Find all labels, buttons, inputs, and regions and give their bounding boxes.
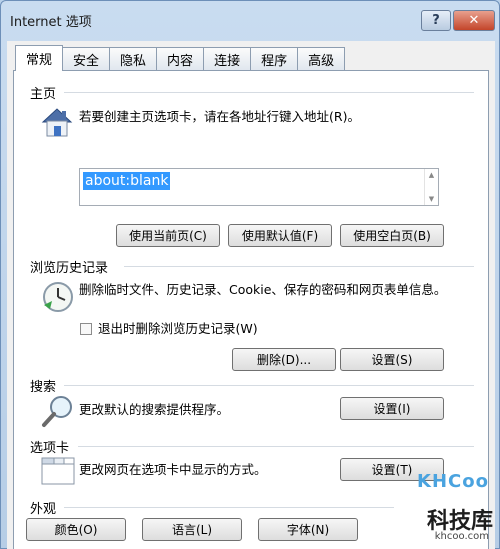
home-section-title: 主页	[30, 87, 57, 102]
history-description: 删除临时文件、历史记录、Cookie、保存的密码和网页表单信息。	[79, 282, 447, 297]
watermark-url: khcoo.com	[434, 531, 489, 542]
tab-privacy[interactable]: 隐私	[109, 47, 158, 71]
title-bar: Internet 选项 ? ✕	[1, 1, 499, 39]
fonts-button[interactable]: 字体(N)	[258, 518, 358, 541]
home-url-field[interactable]: about:blank ▲ ▼	[79, 168, 439, 206]
house-icon	[40, 105, 74, 142]
colors-button[interactable]: 颜色(O)	[26, 518, 126, 541]
tab-content[interactable]: 内容	[156, 47, 205, 71]
magnifier-icon	[40, 393, 76, 432]
scroll-up-icon[interactable]: ▲	[429, 171, 434, 179]
tab-advanced[interactable]: 高级	[297, 47, 346, 71]
appearance-section-title: 外观	[30, 502, 57, 517]
home-section-rule	[64, 92, 474, 93]
use-default-button[interactable]: 使用默认值(F)	[228, 224, 332, 247]
languages-button[interactable]: 语言(L)	[142, 518, 242, 541]
history-clock-icon	[40, 279, 76, 318]
use-blank-button[interactable]: 使用空白页(B)	[340, 224, 444, 247]
home-description: 若要创建主页选项卡，请在各地址行键入地址(R)。	[79, 109, 360, 124]
tab-security[interactable]: 安全	[62, 47, 111, 71]
window-title: Internet 选项	[10, 15, 92, 30]
history-section-title: 浏览历史记录	[30, 261, 109, 276]
delete-on-exit-label: 退出时删除浏览历史记录(W)	[98, 321, 258, 336]
history-section-rule	[124, 266, 474, 267]
tab-connections[interactable]: 连接	[203, 47, 252, 71]
tab-strip: 常规 安全 隐私 内容 连接 程序 高级	[15, 45, 346, 71]
watermark-logo: KHCoo	[417, 471, 489, 492]
search-settings-button[interactable]: 设置(I)	[340, 397, 444, 420]
delete-on-exit-checkbox[interactable]	[80, 323, 92, 335]
use-current-button[interactable]: 使用当前页(C)	[116, 224, 220, 247]
search-description: 更改默认的搜索提供程序。	[79, 402, 230, 417]
home-url-value: about:blank	[83, 172, 171, 190]
url-scrollbar[interactable]: ▲ ▼	[424, 169, 438, 205]
tab-general[interactable]: 常规	[15, 45, 64, 71]
tab-programs[interactable]: 程序	[250, 47, 299, 71]
appearance-section-rule	[64, 507, 394, 508]
tabs-description: 更改网页在选项卡中显示的方式。	[79, 462, 267, 477]
search-section-rule	[64, 385, 474, 386]
scroll-down-icon[interactable]: ▼	[429, 195, 434, 203]
history-settings-button[interactable]: 设置(S)	[340, 348, 444, 371]
help-button[interactable]: ?	[421, 10, 451, 31]
internet-options-window: Internet 选项 ? ✕ 常规 安全 隐私 内容 连接 程序 高级 主页	[0, 0, 500, 549]
close-button[interactable]: ✕	[453, 10, 495, 31]
tabbed-window-icon	[40, 453, 76, 490]
delete-history-button[interactable]: 删除(D)...	[232, 348, 336, 371]
tabs-section-rule	[78, 446, 474, 447]
